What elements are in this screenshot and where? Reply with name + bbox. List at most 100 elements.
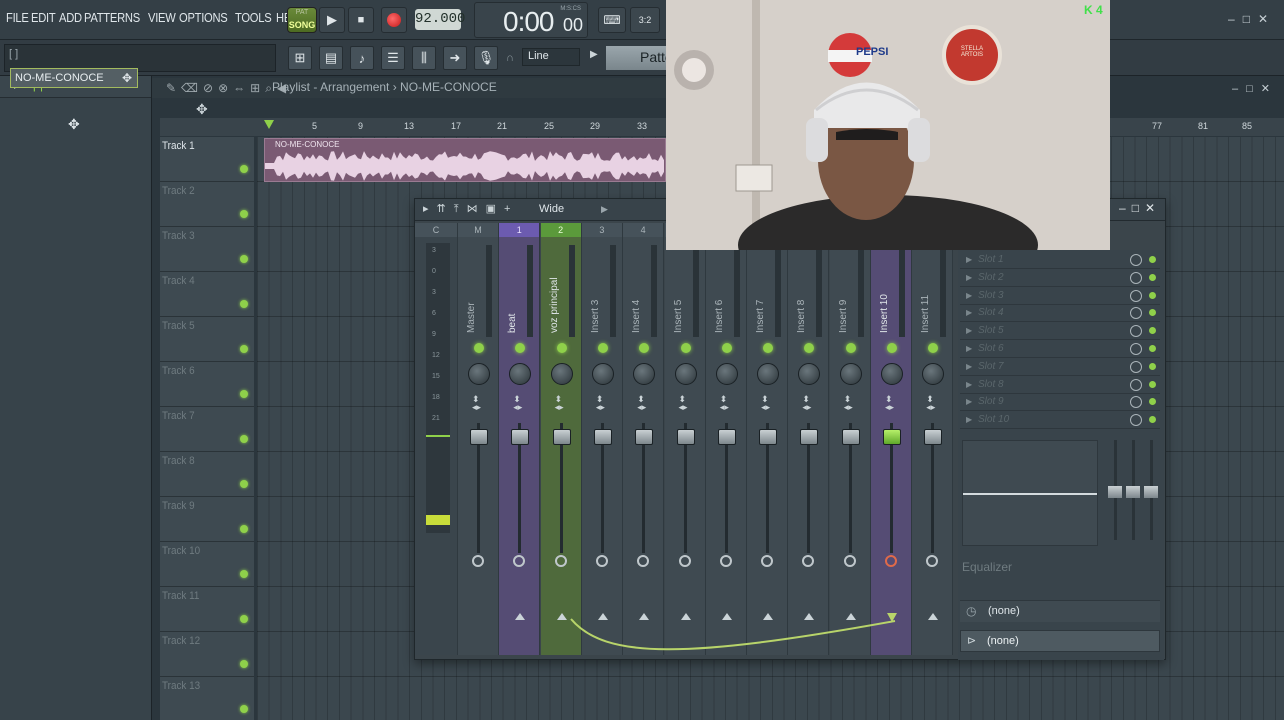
pan-knob[interactable] xyxy=(757,363,780,385)
pan-knob[interactable] xyxy=(881,363,903,385)
fx-slot[interactable]: ▶ Slot 9 xyxy=(960,394,1160,412)
stereo-separation-icon[interactable]: ⬍ ◂▸ xyxy=(472,395,481,412)
microphone-icon[interactable]: 🎙 xyxy=(474,46,498,70)
send-knob[interactable] xyxy=(678,555,691,567)
volume-fader[interactable] xyxy=(635,429,654,445)
send-knob[interactable] xyxy=(885,555,897,567)
pat-song-toggle[interactable]: PAT SONG xyxy=(287,7,317,33)
track-header[interactable]: Track 4 xyxy=(160,272,254,317)
send-knob[interactable] xyxy=(843,555,856,567)
stereo-separation-icon[interactable]: ⬍ ◂▸ xyxy=(555,395,564,412)
menu-file[interactable]: FILE xyxy=(6,10,29,25)
pan-knob[interactable] xyxy=(468,363,490,385)
track-mute-led[interactable] xyxy=(240,615,248,623)
play-button[interactable]: ▶ xyxy=(319,7,345,33)
volume-fader[interactable] xyxy=(717,429,736,445)
track-header[interactable]: Track 11 xyxy=(160,587,254,632)
pan-knob[interactable] xyxy=(798,363,821,385)
stereo-separation-icon[interactable]: ⬍ ◂▸ xyxy=(926,395,935,412)
mixer-channel-master[interactable]: M Master ⬍ ◂▸ xyxy=(458,223,499,655)
slot-mix-knob[interactable] xyxy=(1130,325,1142,338)
mixer-icon[interactable]: ⫼ xyxy=(412,46,436,70)
track-header[interactable]: Track 1 xyxy=(160,137,254,182)
send-knob[interactable] xyxy=(472,555,484,567)
slot-mix-knob[interactable] xyxy=(1130,289,1142,302)
mixer-channel-insert-11[interactable]: Insert 11 ⬍ ◂▸ xyxy=(912,223,954,655)
pattern-item[interactable]: NO-ME-CONOCE ✥ xyxy=(10,68,138,88)
channel-enable-led[interactable] xyxy=(556,343,567,353)
fx-slot[interactable]: ▶ Slot 5 xyxy=(960,323,1160,341)
slot-mix-knob[interactable] xyxy=(1130,414,1142,427)
stereo-separation-icon[interactable]: ⬍ ◂▸ xyxy=(844,395,853,412)
channel-rack-icon[interactable]: ▤ xyxy=(319,46,343,70)
track-mute-led[interactable] xyxy=(240,660,248,668)
channel-enable-led[interactable] xyxy=(845,343,856,353)
slot-mix-knob[interactable] xyxy=(1130,271,1142,284)
mixer-channel-insert-10[interactable]: Insert 10 ⬍ ◂▸ xyxy=(871,223,912,655)
mixer-channel-insert-4[interactable]: 4 Insert 4 ⬍ ◂▸ xyxy=(623,223,665,655)
mixer-channel-insert-7[interactable]: Insert 7 ⬍ ◂▸ xyxy=(747,223,789,655)
volume-fader[interactable] xyxy=(470,429,488,445)
fx-slot[interactable]: ▶ Slot 6 xyxy=(960,341,1160,358)
slot-mix-knob[interactable] xyxy=(1130,343,1142,355)
slot-arrow-icon[interactable]: ▶ xyxy=(966,415,972,424)
track-mute-led[interactable] xyxy=(240,705,248,713)
route-arrow-icon[interactable] xyxy=(515,613,526,620)
record-button[interactable] xyxy=(381,7,407,33)
menu-patterns[interactable]: PATTERNS xyxy=(84,10,140,25)
volume-fader[interactable] xyxy=(759,429,778,445)
slot-arrow-icon[interactable]: ▶ xyxy=(966,255,972,264)
mixer-layout-preset[interactable]: Wide xyxy=(539,203,564,215)
slot-mix-knob[interactable] xyxy=(1130,307,1142,320)
mixer-channel-insert-2[interactable]: 2 voz principal ⬍ ◂▸ xyxy=(540,223,582,655)
volume-fader[interactable] xyxy=(924,429,943,445)
track-header[interactable]: Track 9 xyxy=(160,497,254,542)
piano-roll-icon[interactable]: ♪ xyxy=(350,46,374,70)
slot-arrow-icon[interactable]: ▶ xyxy=(966,308,972,317)
send-knob[interactable] xyxy=(595,555,608,567)
pan-knob[interactable] xyxy=(550,363,573,385)
eq-graph[interactable] xyxy=(962,440,1098,546)
slot-mix-knob[interactable] xyxy=(1130,396,1142,409)
volume-fader[interactable] xyxy=(841,429,860,445)
track-mute-led[interactable] xyxy=(240,480,248,488)
slot-enable-led[interactable] xyxy=(1149,327,1156,335)
slot-arrow-icon[interactable]: ▶ xyxy=(966,380,972,389)
channel-enable-led[interactable] xyxy=(928,343,939,353)
channel-enable-led[interactable] xyxy=(887,343,897,353)
stereo-separation-icon[interactable]: ⬍ ◂▸ xyxy=(679,395,688,412)
slot-enable-led[interactable] xyxy=(1149,380,1156,388)
stereo-separation-icon[interactable]: ⬍ ◂▸ xyxy=(596,395,605,412)
slot-enable-led[interactable] xyxy=(1149,273,1156,281)
eq-high-fader[interactable] xyxy=(1144,486,1158,498)
track-header[interactable]: Track 10 xyxy=(160,542,254,587)
pan-knob[interactable] xyxy=(715,363,738,385)
pan-knob[interactable] xyxy=(922,363,945,385)
track-mute-led[interactable] xyxy=(240,300,248,308)
channel-enable-led[interactable] xyxy=(721,343,732,353)
track-mute-led[interactable] xyxy=(240,525,248,533)
slot-enable-led[interactable] xyxy=(1149,291,1156,299)
slot-mix-knob[interactable] xyxy=(1130,360,1142,373)
stereo-separation-icon[interactable]: ⬍ ◂▸ xyxy=(802,395,811,412)
slot-enable-led[interactable] xyxy=(1149,416,1156,424)
send-knob[interactable] xyxy=(802,555,815,567)
output-selector[interactable]: ⊳ (none) xyxy=(960,630,1160,652)
pan-knob[interactable] xyxy=(674,363,697,385)
slot-arrow-icon[interactable]: ▶ xyxy=(966,397,972,406)
menu-view[interactable]: VIEW xyxy=(148,10,176,25)
pan-knob[interactable] xyxy=(839,363,862,385)
menu-tools[interactable]: TOOLS xyxy=(235,10,272,25)
mixer-channel-insert-1[interactable]: 1 beat ⬍ ◂▸ xyxy=(499,223,541,655)
route-arrow-icon[interactable] xyxy=(928,613,939,620)
playlist-window-buttons[interactable]: –□✕ xyxy=(1232,82,1278,95)
track-header[interactable]: Track 6 xyxy=(160,362,254,407)
track-header[interactable]: Track 13 xyxy=(160,677,254,720)
send-knob[interactable] xyxy=(761,555,774,567)
fx-slot[interactable]: ▶ Slot 1 xyxy=(960,252,1160,269)
channel-enable-led[interactable] xyxy=(763,343,774,353)
stereo-separation-icon[interactable]: ⬍ ◂▸ xyxy=(720,395,729,412)
track-header[interactable]: Track 7 xyxy=(160,407,254,452)
slot-arrow-icon[interactable]: ▶ xyxy=(966,273,972,282)
fx-slot[interactable]: ▶ Slot 2 xyxy=(960,270,1160,287)
